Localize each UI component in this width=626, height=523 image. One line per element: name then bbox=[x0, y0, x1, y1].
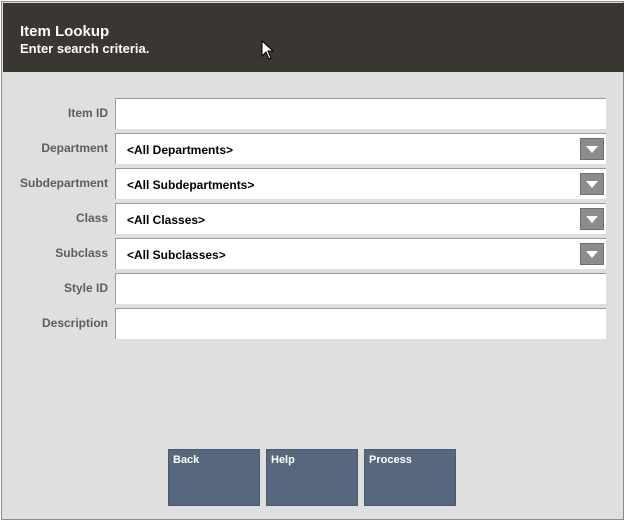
style-id-row: Style ID bbox=[2, 273, 622, 305]
item-id-row: Item ID bbox=[2, 98, 622, 130]
header-bar: Item Lookup Enter search criteria. bbox=[3, 3, 624, 72]
back-button[interactable]: Back bbox=[168, 449, 260, 506]
subdepartment-value: <All Subdepartments> bbox=[127, 178, 255, 192]
page-subtitle: Enter search criteria. bbox=[20, 41, 150, 56]
chevron-down-icon[interactable] bbox=[580, 173, 604, 195]
department-row: Department <All Departments> bbox=[2, 133, 622, 165]
class-select[interactable]: <All Classes> bbox=[115, 203, 606, 234]
class-value: <All Classes> bbox=[127, 213, 206, 227]
chevron-down-icon[interactable] bbox=[580, 243, 604, 265]
subclass-label: Subclass bbox=[55, 246, 108, 260]
description-row: Description bbox=[2, 308, 622, 340]
page-title: Item Lookup bbox=[20, 23, 110, 40]
chevron-down-icon[interactable] bbox=[580, 138, 604, 160]
department-select[interactable]: <All Departments> bbox=[115, 133, 606, 164]
mouse-pointer-icon bbox=[261, 40, 275, 60]
department-label: Department bbox=[41, 141, 108, 155]
process-button[interactable]: Process bbox=[364, 449, 456, 506]
subdepartment-select[interactable]: <All Subdepartments> bbox=[115, 168, 606, 199]
department-value: <All Departments> bbox=[127, 143, 234, 157]
help-button[interactable]: Help bbox=[266, 449, 358, 506]
style-id-input[interactable] bbox=[115, 273, 606, 304]
subdepartment-label: Subdepartment bbox=[19, 176, 108, 190]
process-button-label: Process bbox=[369, 454, 412, 466]
style-id-label: Style ID bbox=[63, 281, 108, 295]
item-id-label: Item ID bbox=[67, 106, 108, 120]
help-button-label: Help bbox=[271, 454, 295, 466]
subclass-select[interactable]: <All Subclasses> bbox=[115, 238, 606, 269]
description-label: Description bbox=[41, 316, 108, 330]
class-label: Class bbox=[75, 211, 108, 225]
subclass-row: Subclass <All Subclasses> bbox=[2, 238, 622, 270]
subclass-value: <All Subclasses> bbox=[127, 248, 226, 262]
back-button-label: Back bbox=[173, 454, 200, 466]
chevron-down-icon[interactable] bbox=[580, 208, 604, 230]
class-row: Class <All Classes> bbox=[2, 203, 622, 235]
subdepartment-row: Subdepartment <All Subdepartments> bbox=[2, 168, 622, 200]
item-lookup-window: Item Lookup Enter search criteria. Item … bbox=[1, 1, 624, 520]
item-id-input[interactable] bbox=[115, 98, 606, 129]
description-input[interactable] bbox=[115, 308, 606, 339]
